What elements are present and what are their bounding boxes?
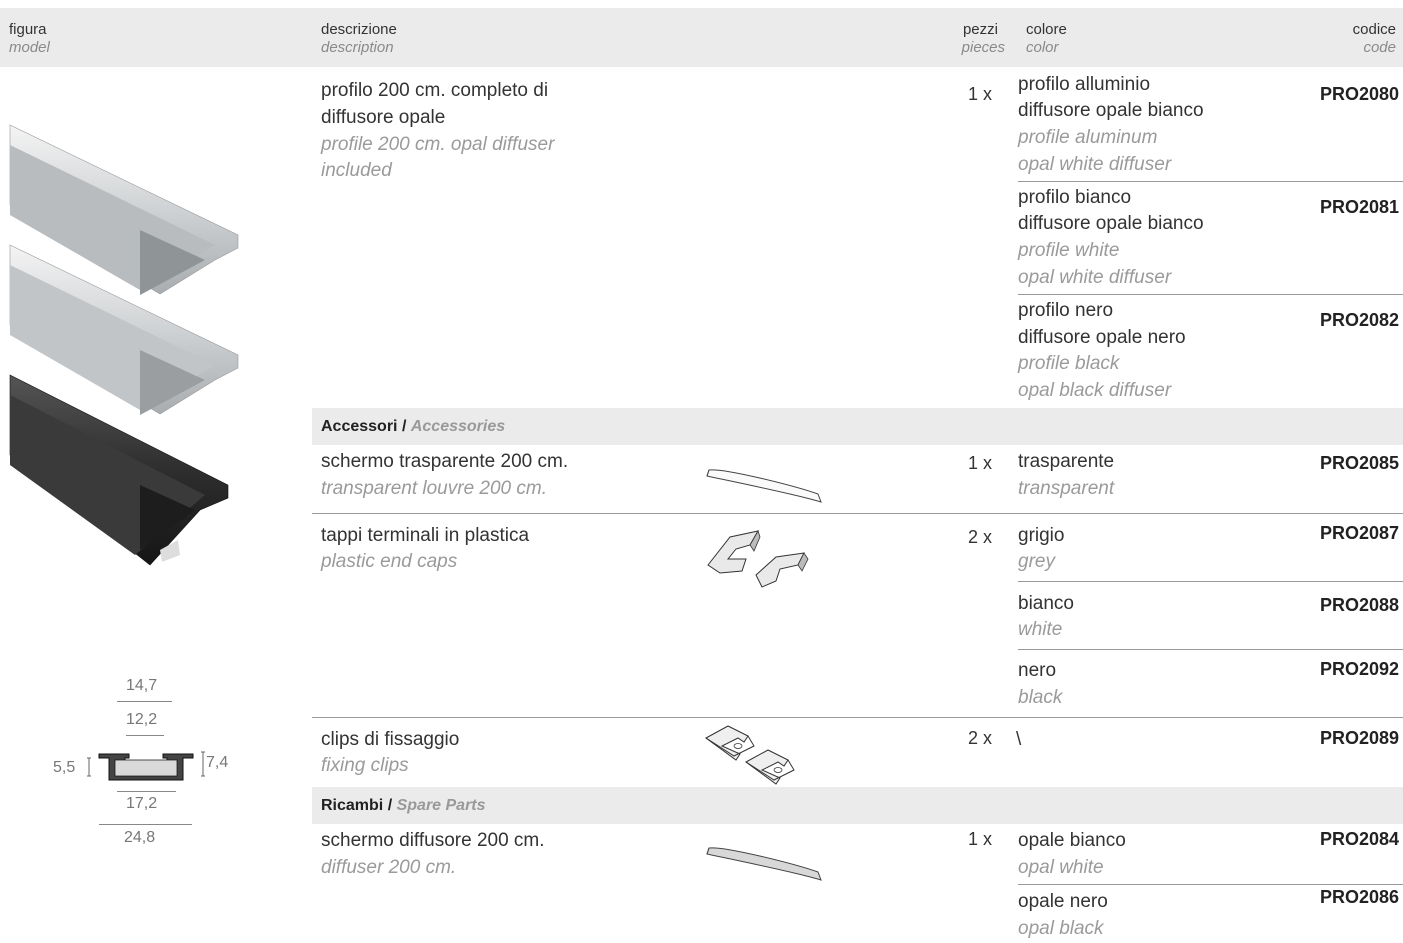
dim-bottom-inner: 17,2 — [126, 795, 158, 812]
dim-line — [99, 824, 192, 825]
main-desc-it-2: diffusore opale — [321, 107, 446, 128]
main-desc-it-1: profilo 200 cm. completo di — [321, 80, 549, 101]
variant-it: profilo bianco — [1018, 187, 1132, 208]
variant-en: opal black — [1018, 918, 1104, 939]
divider — [1018, 884, 1403, 885]
diffuser-image — [706, 847, 822, 881]
variant-it: profilo alluminio — [1018, 74, 1151, 95]
item-desc-en: transparent louvre 200 cm. — [321, 478, 548, 499]
variant-it: bianco — [1018, 593, 1074, 614]
dim-line — [117, 791, 176, 792]
profile-product-image — [9, 124, 239, 566]
variant-en: opal white diffuser — [1018, 267, 1172, 288]
item-desc-en: plastic end caps — [321, 551, 458, 572]
divider — [1018, 294, 1403, 295]
product-code: PRO2086 — [1319, 887, 1399, 907]
variant-en: opal white diffuser — [1018, 154, 1172, 175]
variant-it: \ — [1016, 729, 1022, 750]
header-pezzi: pezzi — [962, 21, 998, 38]
product-code: PRO2085 — [1319, 453, 1399, 473]
section-header-spare-parts: Ricambi / Spare Parts — [312, 787, 1403, 824]
variant-en: opal white — [1018, 857, 1104, 878]
item-qty: 1 x — [968, 453, 993, 473]
variant-en: profile aluminum — [1018, 127, 1158, 148]
dim-bottom-outer: 24,8 — [124, 829, 156, 846]
dim-top-inner: 12,2 — [126, 711, 158, 728]
item-desc-en: fixing clips — [321, 755, 409, 776]
dim-line — [117, 701, 172, 702]
variant-en: profile black — [1018, 353, 1120, 374]
variant-en: transparent — [1018, 478, 1115, 499]
item-desc-en: diffuser 200 cm. — [321, 857, 457, 878]
end-caps-image — [707, 530, 809, 588]
variant-en: white — [1018, 619, 1063, 640]
variant-it: nero — [1018, 660, 1057, 681]
item-desc-it: tappi terminali in plastica — [321, 525, 530, 546]
item-qty: 2 x — [968, 728, 993, 748]
dim-line — [126, 735, 164, 736]
product-code: PRO2088 — [1319, 595, 1399, 615]
product-code: PRO2080 — [1319, 84, 1399, 104]
item-qty: 1 x — [968, 829, 993, 849]
item-desc-it: schermo trasparente 200 cm. — [321, 451, 569, 472]
profile-cross-section — [87, 751, 205, 781]
header-figura: figura — [9, 21, 47, 38]
header-descrizione: descrizione — [321, 21, 397, 38]
header-pieces: pieces — [961, 39, 1005, 56]
variant-it: diffusore opale nero — [1018, 327, 1186, 348]
divider — [312, 513, 1403, 514]
variant-it: profilo nero — [1018, 300, 1114, 321]
header-color: color — [1026, 39, 1059, 56]
dim-top-outer: 14,7 — [126, 677, 158, 694]
item-qty: 2 x — [968, 527, 993, 547]
item-desc-it: clips di fissaggio — [321, 729, 460, 750]
product-code: PRO2081 — [1319, 197, 1399, 217]
header-codice: codice — [1352, 21, 1396, 38]
main-qty: 1 x — [968, 84, 993, 104]
product-code: PRO2084 — [1319, 829, 1399, 849]
fixing-clips-image — [705, 725, 795, 785]
dim-left-height: 5,5 — [53, 759, 76, 776]
variant-en: opal black diffuser — [1018, 380, 1172, 401]
variant-it: diffusore opale bianco — [1018, 100, 1204, 121]
header-model: model — [9, 39, 50, 56]
variant-en: grey — [1018, 551, 1055, 572]
header-code: code — [1363, 39, 1396, 56]
section-title-it: Accessori / — [321, 418, 407, 435]
divider — [312, 717, 1403, 718]
table-header: figura model descrizione description pez… — [0, 8, 1403, 67]
product-code: PRO2089 — [1319, 728, 1399, 748]
product-code: PRO2087 — [1319, 523, 1399, 543]
product-code: PRO2092 — [1319, 659, 1399, 679]
header-colore: colore — [1026, 21, 1067, 38]
section-header-accessories: Accessori / Accessories — [312, 408, 1403, 445]
divider — [1018, 649, 1403, 650]
variant-en: profile white — [1018, 240, 1120, 261]
louvre-image — [706, 469, 822, 503]
variant-en: black — [1018, 687, 1063, 708]
variant-it: opale nero — [1018, 891, 1108, 912]
main-desc-en-2: included — [321, 160, 392, 181]
item-desc-it: schermo diffusore 200 cm. — [321, 830, 545, 851]
main-desc-en-1: profile 200 cm. opal diffuser — [321, 134, 555, 155]
section-title-en: Spare Parts — [396, 797, 486, 814]
variant-it: diffusore opale bianco — [1018, 213, 1204, 234]
divider — [1018, 581, 1403, 582]
variant-it: trasparente — [1018, 451, 1115, 472]
variant-it: opale bianco — [1018, 830, 1126, 851]
section-title-en: Accessories — [410, 418, 506, 435]
product-code: PRO2082 — [1319, 310, 1399, 330]
header-description: description — [321, 39, 394, 56]
divider — [1018, 181, 1403, 182]
variant-it: grigio — [1018, 525, 1065, 546]
section-title-it: Ricambi / — [321, 797, 393, 814]
